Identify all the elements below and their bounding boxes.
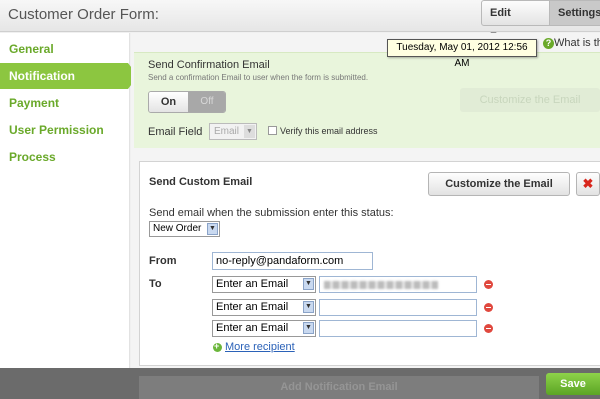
email-field-value: Email bbox=[214, 126, 240, 137]
recipient-select-value: Enter an Email bbox=[216, 278, 289, 290]
recipient-email-input[interactable] bbox=[319, 320, 477, 337]
custom-email-title: Send Custom Email bbox=[149, 176, 253, 188]
sidebar: General Notification Payment User Permis… bbox=[0, 33, 138, 368]
date-tooltip: Tuesday, May 01, 2012 12:56 AM bbox=[387, 39, 537, 69]
remove-recipient-icon[interactable] bbox=[484, 280, 493, 289]
edit-form-button[interactable]: Edit Form bbox=[481, 0, 550, 43]
help-label: What is this bbox=[554, 37, 600, 49]
customize-email-button[interactable]: Customize the Email bbox=[428, 172, 570, 196]
redacted-email bbox=[324, 281, 438, 289]
chevron-down-icon: ▼ bbox=[303, 322, 314, 334]
chevron-down-icon: ▼ bbox=[244, 125, 255, 138]
recipient-select[interactable]: Enter an Email ▼ bbox=[212, 320, 316, 337]
email-field-select: Email ▼ bbox=[209, 123, 257, 140]
status-select-value: New Order bbox=[153, 223, 202, 234]
confirmation-toggle[interactable]: On Off bbox=[148, 91, 226, 113]
verify-email-label: Verify this email address bbox=[280, 126, 378, 136]
sidebar-item-notification[interactable]: Notification bbox=[0, 63, 138, 89]
email-field-label: Email Field bbox=[148, 126, 203, 138]
chevron-down-icon: ▼ bbox=[303, 301, 314, 313]
recipient-select-value: Enter an Email bbox=[216, 301, 289, 313]
recipient-select[interactable]: Enter an Email ▼ bbox=[212, 276, 316, 293]
sidebar-item-user-permission[interactable]: User Permission bbox=[0, 117, 130, 143]
status-select[interactable]: New Order ▼ bbox=[149, 221, 220, 237]
sidebar-item-general[interactable]: General bbox=[0, 36, 130, 62]
settings-button[interactable]: Settings bbox=[549, 0, 600, 26]
chevron-down-icon: ▼ bbox=[303, 278, 314, 290]
recipient-select-value: Enter an Email bbox=[216, 322, 289, 334]
delete-notification-button[interactable]: ✖ bbox=[576, 172, 600, 196]
toggle-on[interactable]: On bbox=[149, 92, 188, 112]
recipient-email-input[interactable] bbox=[319, 276, 477, 293]
more-recipient-link[interactable]: More recipient bbox=[225, 341, 295, 353]
sidebar-item-process[interactable]: Process bbox=[0, 144, 130, 170]
customize-email-button-disabled: Customize the Email bbox=[460, 88, 600, 112]
remove-recipient-icon[interactable] bbox=[484, 324, 493, 333]
recipient-select[interactable]: Enter an Email ▼ bbox=[212, 299, 316, 316]
help-icon: ? bbox=[543, 38, 554, 49]
header-bar: Customer Order Form: Edit Form Settings bbox=[0, 0, 600, 43]
page-title: Customer Order Form: bbox=[8, 6, 159, 23]
status-label: Send email when the submission enter thi… bbox=[149, 207, 394, 219]
toggle-off[interactable]: Off bbox=[188, 92, 225, 112]
confirmation-title: Send Confirmation Email bbox=[148, 59, 270, 71]
add-notification-button[interactable]: Add Notification Email bbox=[139, 376, 539, 399]
add-icon[interactable] bbox=[213, 341, 222, 352]
sidebar-item-payment[interactable]: Payment bbox=[0, 90, 130, 116]
from-label: From bbox=[149, 255, 177, 267]
verify-email-checkbox[interactable] bbox=[268, 126, 277, 135]
to-label: To bbox=[149, 278, 162, 290]
recipient-email-input[interactable] bbox=[319, 299, 477, 316]
from-input[interactable]: no-reply@pandaform.com bbox=[212, 252, 373, 270]
chevron-down-icon: ▼ bbox=[207, 223, 218, 235]
confirmation-description: Send a confirmation Email to user when t… bbox=[148, 73, 369, 82]
remove-recipient-icon[interactable] bbox=[484, 303, 493, 312]
save-button[interactable]: Save bbox=[546, 373, 600, 395]
help-link[interactable]: ?What is this bbox=[543, 37, 600, 49]
